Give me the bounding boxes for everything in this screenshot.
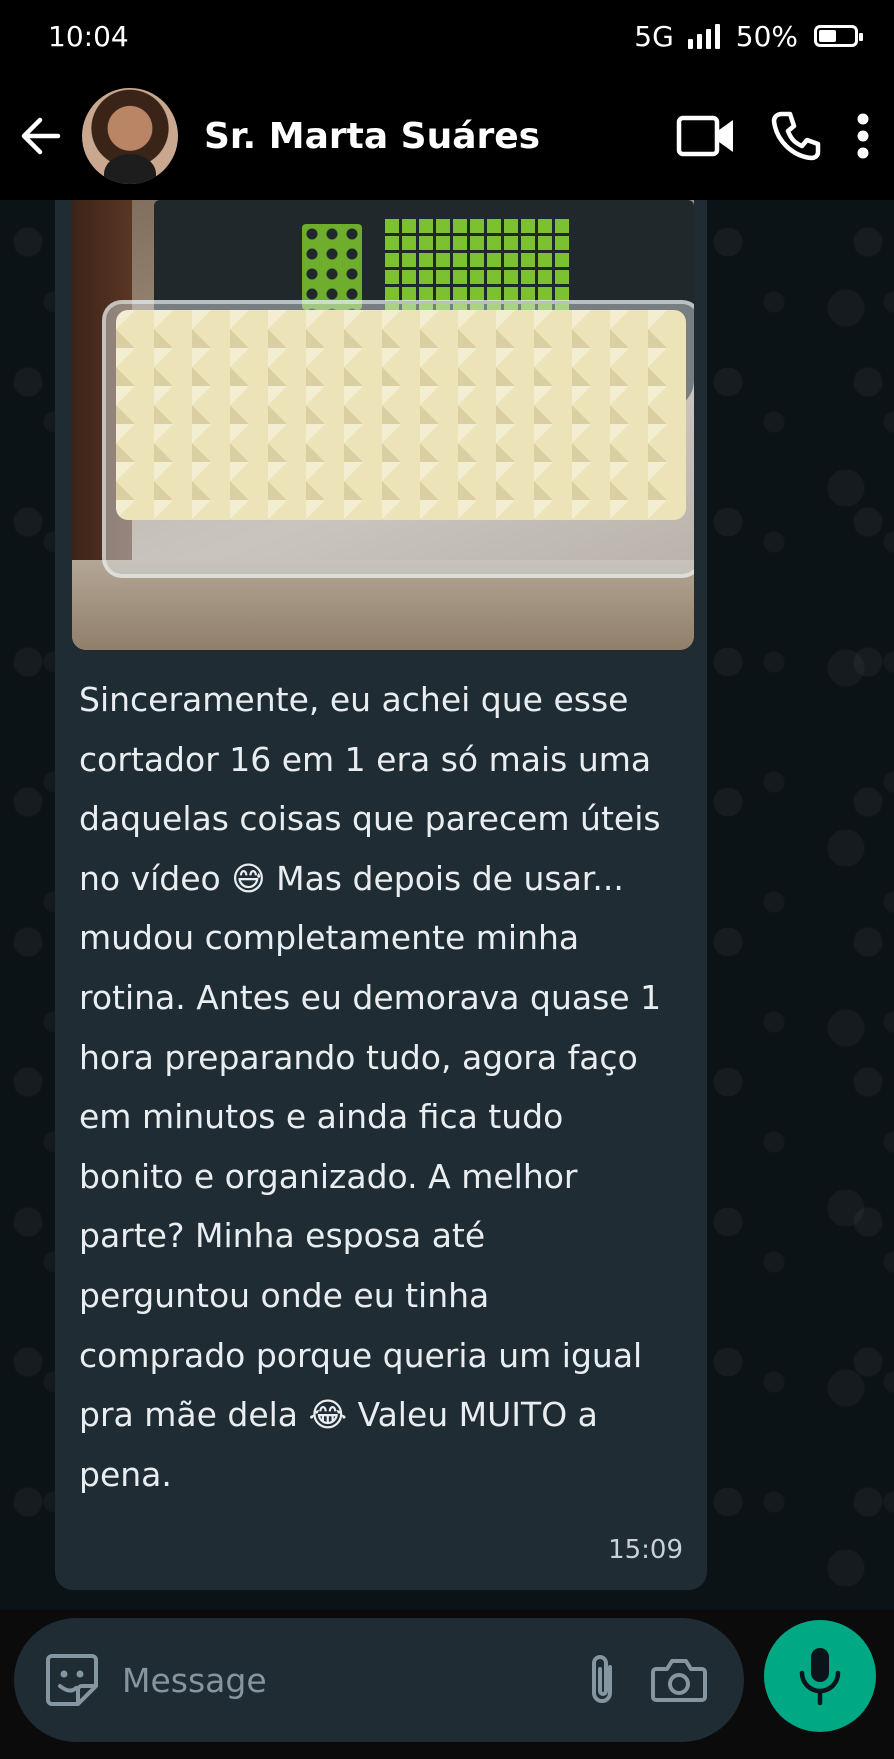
attach-icon[interactable] [584,1651,620,1709]
message-bubble[interactable]: Sinceramente, eu achei que esse cortador… [55,200,707,1590]
photo-slicer-grid-small [302,224,362,310]
avatar[interactable] [82,88,178,184]
camera-icon[interactable] [650,1655,708,1705]
battery-percent: 50% [735,19,798,53]
status-indicators: 5G 50% [634,19,863,53]
status-bar: 10:04 5G 50% [0,0,894,72]
sticker-icon[interactable] [42,1650,102,1710]
message-composer[interactable]: Message [14,1618,744,1742]
back-arrow-icon[interactable] [0,96,80,176]
contact-name[interactable]: Sr. Marta Suáres [204,116,676,157]
mic-button[interactable] [764,1620,876,1732]
composer-actions [584,1651,708,1709]
status-time: 10:04 [48,19,129,53]
more-vert-icon[interactable] [856,112,870,160]
header-actions [676,110,870,162]
video-call-icon[interactable] [676,112,736,160]
message-time: 15:09 [608,1535,683,1565]
message-input[interactable]: Message [122,1661,584,1700]
photo-potato-cubes [116,310,686,520]
message-photo[interactable] [72,200,694,650]
battery-level-fill [819,30,836,42]
signal-icon [687,23,720,49]
chat-header: Sr. Marta Suáres [0,72,894,200]
battery-icon [814,25,863,47]
mic-icon [799,1648,841,1706]
phone-icon[interactable] [770,110,822,162]
chat-area[interactable]: Sinceramente, eu achei que esse cortador… [0,200,894,1610]
network-type: 5G [634,19,674,53]
message-text: Sinceramente, eu achei que esse cortador… [79,680,662,1494]
